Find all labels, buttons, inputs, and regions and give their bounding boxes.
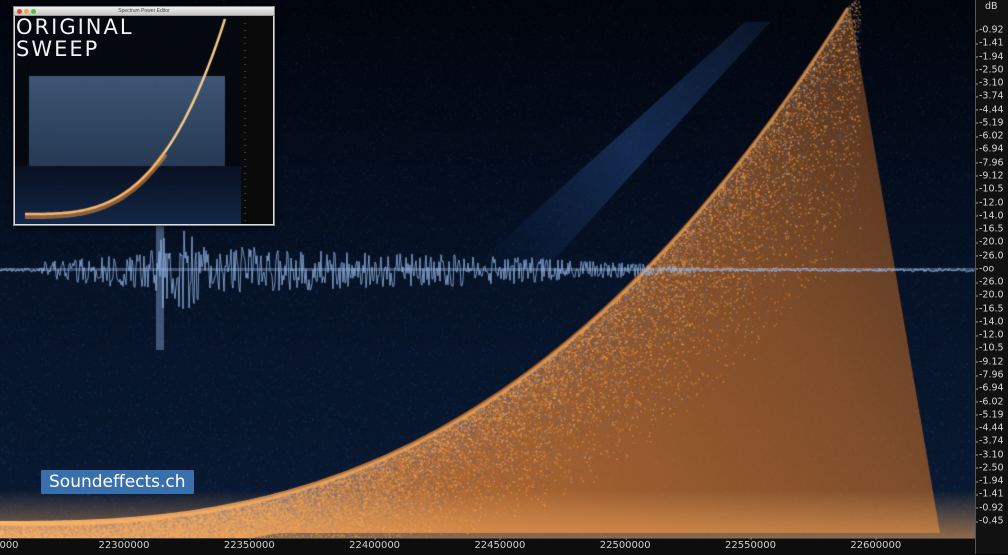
inset-scale-tick: – bbox=[244, 183, 247, 189]
inset-scale-tick: – bbox=[244, 169, 247, 175]
db-tick-label: -12.0 bbox=[976, 197, 1004, 208]
db-tick-label: -7.96 bbox=[976, 369, 1004, 381]
inset-scale-tick: – bbox=[244, 142, 247, 148]
inset-scale-tick: – bbox=[244, 60, 247, 66]
inset-scale-tick: – bbox=[244, 47, 247, 53]
time-tick-label: 22300000 bbox=[98, 537, 150, 551]
inset-scale-tick: – bbox=[244, 190, 247, 195]
watermark-label: Soundeffects.ch bbox=[41, 470, 194, 494]
time-axis: 000 22300000 22350000 22400000 22450000 22500… bbox=[0, 537, 975, 555]
db-tick-label: -3.74 bbox=[976, 90, 1004, 102]
db-tick-label: -6.02 bbox=[976, 130, 1004, 142]
db-unit-label: dB bbox=[985, 1, 998, 12]
db-tick-label: -3.10 bbox=[976, 77, 1004, 89]
inset-scale-tick: – bbox=[244, 54, 247, 59]
inset-scale-tick: – bbox=[244, 210, 247, 216]
db-tick-label: -3.74 bbox=[976, 435, 1004, 447]
db-tick-label: -6.94 bbox=[976, 143, 1004, 155]
db-tick-label: -9.12 bbox=[976, 356, 1004, 368]
inset-scale-tick: – bbox=[244, 94, 247, 100]
db-tick-label: -16.5 bbox=[976, 223, 1004, 235]
inset-scale-tick: – bbox=[244, 74, 247, 80]
db-tick-label: -3.10 bbox=[976, 449, 1004, 461]
db-tick-label: -7.96 bbox=[976, 157, 1004, 169]
time-tick-label: 22450000 bbox=[474, 537, 526, 551]
inset-scale-tick: – bbox=[244, 176, 247, 182]
time-tick-label: 22350000 bbox=[223, 537, 275, 551]
db-tick-label: -10.5 bbox=[976, 183, 1004, 195]
time-tick-label: 22400000 bbox=[349, 537, 401, 551]
db-scale: -0.92 -1.41 -1.94 -2.50 -3.10 -3.74 -4.44 -5.19… bbox=[975, 0, 1008, 554]
db-tick-label: -0.92 bbox=[976, 502, 1004, 514]
db-tick-label: -12.0 bbox=[976, 329, 1004, 341]
inset-heading-line2: SWEEP bbox=[16, 37, 100, 61]
inset-scale-tick: – bbox=[244, 108, 247, 114]
db-tick-label: -0.92 bbox=[976, 24, 1004, 36]
db-tick-label: -2.50 bbox=[976, 64, 1004, 76]
db-tick-label: -5.19 bbox=[976, 409, 1004, 421]
inset-scale-tick: – bbox=[244, 101, 247, 107]
inset-scale-tick: – bbox=[244, 162, 247, 168]
db-tick-label: -6.02 bbox=[976, 396, 1004, 408]
inset-scale-tick: – bbox=[244, 33, 247, 39]
time-tick-label: 22550000 bbox=[725, 537, 776, 551]
inset-heading-line1: ORIGINAL bbox=[16, 15, 134, 39]
db-tick-label: -0.45 bbox=[976, 515, 1004, 527]
inset-scale-tick: – bbox=[244, 81, 247, 87]
inset-scale-tick: – bbox=[244, 20, 247, 25]
inset-scale-tick: – bbox=[244, 217, 247, 223]
inset-scale-tick: – bbox=[244, 67, 247, 73]
inset-window-title: Spectrum Power Editor bbox=[118, 8, 170, 14]
time-tick-label: 000 bbox=[0, 537, 19, 551]
db-tick-label: -20.0 bbox=[976, 289, 1004, 301]
db-tick-label: -26.0 bbox=[976, 250, 1004, 262]
inset-scale-tick: – bbox=[244, 122, 247, 127]
inset-scale-tick: – bbox=[244, 115, 247, 121]
inset-db-scale: – – – – – – – – – – – – – – – – – – – – – – – – – – – – – – bbox=[241, 16, 273, 224]
inset-scale-tick: – bbox=[244, 26, 247, 32]
inset-scale-tick: – bbox=[244, 128, 247, 134]
db-tick-label: -6.94 bbox=[976, 382, 1004, 394]
db-tick-label: -1.94 bbox=[976, 475, 1004, 487]
inset-scale-tick: – bbox=[244, 203, 247, 209]
db-tick-label: -26.0 bbox=[976, 276, 1004, 288]
db-tick-label: -1.41 bbox=[976, 37, 1004, 49]
db-tick-label: -oo bbox=[975, 263, 995, 275]
inset-heading: ORIGINAL SWEEP bbox=[16, 16, 134, 60]
inset-scale-tick: – bbox=[244, 40, 247, 46]
inset-scale-tick: – bbox=[244, 135, 247, 141]
db-tick-label: -16.5 bbox=[976, 303, 1004, 315]
db-tick-label: -14.0 bbox=[976, 210, 1004, 222]
db-tick-label: -20.0 bbox=[976, 236, 1004, 248]
db-tick-label: -2.50 bbox=[976, 462, 1004, 474]
db-tick-label: -4.44 bbox=[976, 104, 1004, 116]
db-tick-label: -4.44 bbox=[976, 422, 1004, 434]
time-tick-label: 22600000 bbox=[850, 537, 902, 551]
db-tick-label: -5.19 bbox=[976, 117, 1004, 129]
inset-scale-tick: – bbox=[244, 196, 247, 202]
db-tick-label: -1.94 bbox=[976, 51, 1004, 63]
time-tick-label: 22500000 bbox=[599, 537, 651, 551]
db-tick-label: -9.12 bbox=[976, 170, 1004, 182]
inset-scale-tick: – bbox=[244, 149, 247, 155]
inset-scale-tick: – bbox=[244, 156, 247, 161]
db-tick-label: -10.5 bbox=[976, 342, 1004, 354]
inset-scale-tick: – bbox=[244, 88, 247, 93]
db-tick-label: -14.0 bbox=[976, 316, 1004, 328]
db-tick-label: -1.41 bbox=[976, 488, 1004, 500]
